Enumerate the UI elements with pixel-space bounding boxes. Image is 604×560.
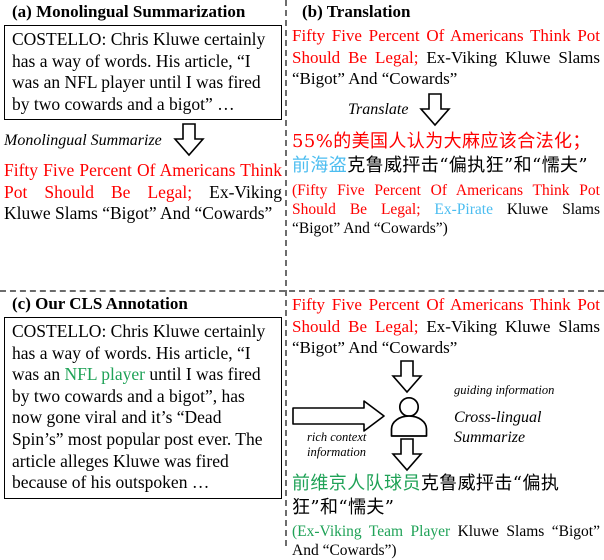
panel-d-output: 前维京人队球员克鲁威抨击“偏执狂”和“懦夫” xyxy=(292,472,600,520)
vertical-divider xyxy=(285,0,287,546)
panel-translation: (b) Translation Fifty Five Percent Of Am… xyxy=(292,2,600,238)
panel-b-source-summary: Fifty Five Percent Of Americans Think Po… xyxy=(292,25,600,90)
figure-root: (a) Monolingual Summarization COSTELLO: … xyxy=(0,0,604,559)
panel-b-operation-row: Translate xyxy=(292,90,600,130)
panel-d-gloss: (Ex-Viking Team Player Kluwe Slams “Bigo… xyxy=(292,522,600,560)
panel-d-output-green: 前维京人队球员 xyxy=(292,472,421,494)
arrow-down-icon xyxy=(418,92,452,127)
panel-d-guiding-info-label: guiding information xyxy=(454,382,555,397)
panel-monolingual-summarization: (a) Monolingual Summarization COSTELLO: … xyxy=(4,2,282,225)
panel-a-operation-row: Monolingual Summarize xyxy=(4,120,282,160)
arrow-down-icon xyxy=(390,437,424,472)
panel-c-article-highlight: NFL player xyxy=(64,364,145,385)
panel-d-diagram: rich context information guiding informa… xyxy=(292,359,600,472)
panel-d-gloss-green: Ex-Viking Team Player xyxy=(297,522,451,540)
panel-b-translation-red: 55%的美国人认为大麻应该合法化； xyxy=(292,130,591,152)
panel-a-summary: Fifty Five Percent Of Americans Think Po… xyxy=(4,160,282,225)
arrow-down-icon xyxy=(172,123,206,157)
panel-a-article-box: COSTELLO: Chris Kluwe certainly has a wa… xyxy=(4,25,282,121)
panel-d-rich-context-line2: information xyxy=(307,444,367,459)
panel-a-operation-label: Monolingual Summarize xyxy=(4,131,162,149)
panel-b-translation: 55%的美国人认为大麻应该合法化；前海盗克鲁威抨击“偏执狂”和“懦夫” xyxy=(292,130,600,178)
panel-d-operation-label: Cross-lingual Summarize xyxy=(454,408,541,448)
panel-d-operation-line2: Summarize xyxy=(454,428,526,446)
panel-b-translation-black: 克鲁威抨击“偏执狂”和“懦夫” xyxy=(347,154,589,176)
panel-d-source-summary: Fifty Five Percent Of Americans Think Po… xyxy=(292,294,600,359)
panel-b-gloss-blue: Ex-Pirate xyxy=(420,200,493,218)
panel-d-rich-context-line1: rich context xyxy=(307,429,367,444)
panel-d-rich-context-label: rich context information xyxy=(307,430,366,460)
panel-c-title: (c) Our CLS Annotation xyxy=(12,294,188,313)
panel-b-operation-label: Translate xyxy=(348,101,409,118)
arrow-down-icon xyxy=(390,359,424,394)
panel-a-title: (a) Monolingual Summarization xyxy=(12,2,246,21)
panel-b-translation-blue: 前海盗 xyxy=(292,154,348,176)
panel-a-article-speaker: COSTELLO: xyxy=(12,29,107,49)
horizontal-divider xyxy=(0,290,604,292)
arrow-right-icon xyxy=(292,399,386,432)
panel-d-operation-line1: Cross-lingual xyxy=(454,408,542,426)
person-icon xyxy=(386,396,432,438)
panel-c-article-box: COSTELLO: Chris Kluwe certainly has a wa… xyxy=(4,317,282,499)
panel-cls-annotation: (c) Our CLS Annotation COSTELLO: Chris K… xyxy=(4,294,282,499)
panel-b-gloss: (Fifty Five Percent Of Americans Think P… xyxy=(292,181,600,238)
panel-b-title: (b) Translation xyxy=(302,2,411,21)
panel-cross-lingual-summarize: Fifty Five Percent Of Americans Think Po… xyxy=(292,294,600,560)
